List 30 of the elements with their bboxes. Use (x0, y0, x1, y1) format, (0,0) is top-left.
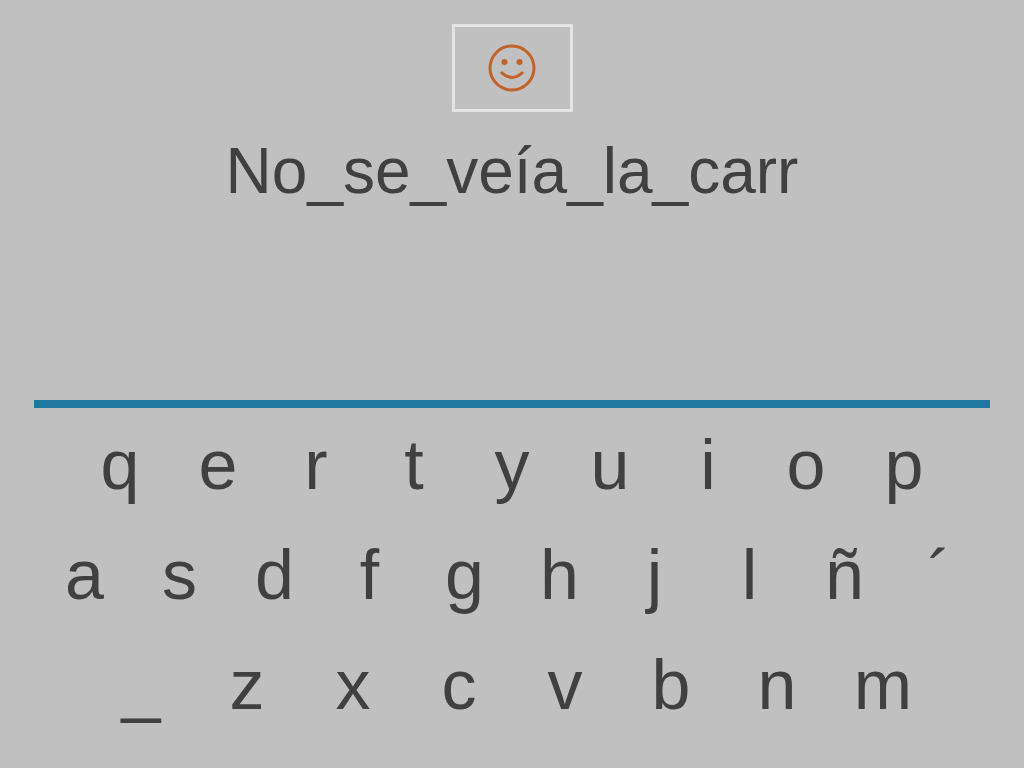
smiley-icon (487, 43, 537, 93)
letter-key[interactable]: l (702, 538, 797, 612)
letter-key[interactable]: q (71, 428, 169, 502)
letter-key[interactable]: ´ (892, 538, 987, 612)
letter-key[interactable]: v (512, 648, 618, 722)
letter-key[interactable]: z (194, 648, 300, 722)
letter-key[interactable]: d (227, 538, 322, 612)
letter-key[interactable]: h (512, 538, 607, 612)
letter-key[interactable]: u (561, 428, 659, 502)
letter-key[interactable]: j (607, 538, 702, 612)
answer-text: No_se_veía_la_carr (225, 134, 799, 208)
letter-key[interactable]: t (365, 428, 463, 502)
letter-key[interactable]: b (618, 648, 724, 722)
letter-key[interactable]: o (757, 428, 855, 502)
letter-key[interactable]: r (267, 428, 365, 502)
letter-key[interactable]: s (132, 538, 227, 612)
letter-key[interactable]: c (406, 648, 512, 722)
letter-key[interactable]: n (724, 648, 830, 722)
smiley-button[interactable] (451, 24, 573, 112)
letter-key[interactable]: ñ (797, 538, 892, 612)
letter-key[interactable]: i (659, 428, 757, 502)
letter-key[interactable]: p (855, 428, 953, 502)
letter-key[interactable]: _ (88, 648, 194, 722)
letter-key[interactable]: y (463, 428, 561, 502)
letter-key[interactable]: g (417, 538, 512, 612)
letter-key[interactable]: f (322, 538, 417, 612)
letter-key[interactable]: m (830, 648, 936, 722)
letter-key[interactable]: a (37, 538, 132, 612)
letter-key[interactable]: e (169, 428, 267, 502)
letter-key[interactable]: x (300, 648, 406, 722)
